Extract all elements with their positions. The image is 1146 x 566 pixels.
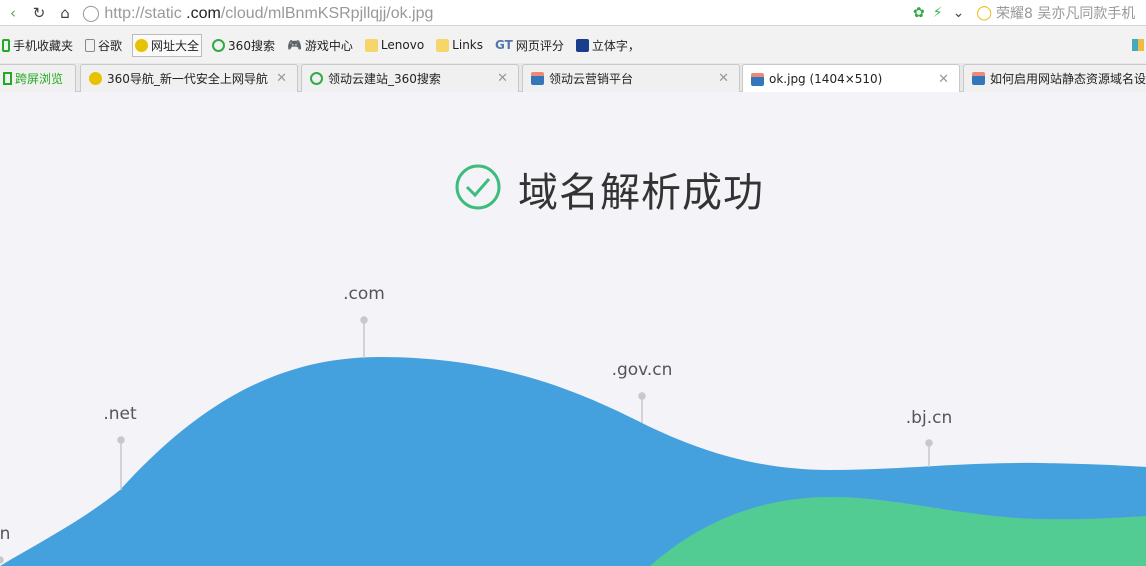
folder-icon xyxy=(364,38,378,52)
tab-label: 跨屏浏览 xyxy=(15,72,64,86)
bookmark-label: 360搜索 xyxy=(228,38,275,53)
tab-ok-jpg[interactable]: ok.jpg (1404×510) ✕ xyxy=(742,64,960,93)
bookmark-games[interactable]: 🎮 游戏中心 xyxy=(285,35,355,56)
tab-static-domain[interactable]: 如何启用网站静态资源域名设 xyxy=(963,64,1146,92)
gamepad-icon: 🎮 xyxy=(286,38,302,52)
close-icon[interactable]: ✕ xyxy=(718,71,729,86)
url-path: /cloud/mlBnmKSRpjllqjj/ok.jpg xyxy=(220,4,434,22)
home-icon[interactable]: ⌂ xyxy=(52,4,78,22)
tab-marketing[interactable]: 领动云营销平台 ✕ xyxy=(522,64,740,92)
bookmark-label: 立体字， xyxy=(591,38,640,53)
tab-label: ok.jpg (1404×510) xyxy=(769,72,883,86)
tab-label: 领动云营销平台 xyxy=(549,72,634,86)
refresh-icon[interactable]: ↻ xyxy=(26,4,52,22)
bookmark-gt[interactable]: GT 网页评分 xyxy=(493,35,566,56)
image-content: 域名解析成功 .com .net .gov.cn .bj.cn n xyxy=(0,92,1146,566)
bookmark-label: 谷歌 xyxy=(98,38,123,53)
address-bar: ‹ ↻ ⌂ ◯ http://static .com/cloud/mlBnmKS… xyxy=(0,0,1146,26)
bookmark-label: 手机收藏夹 xyxy=(13,38,74,53)
image-icon xyxy=(972,72,985,85)
bookmark-lenovo[interactable]: Lenovo xyxy=(363,36,426,54)
bookmark-links[interactable]: Links xyxy=(434,36,485,54)
bookmarks-bar: 手机收藏夹 谷歌 网址大全 360搜索 🎮 游戏中心 Lenovo Links G… xyxy=(0,27,1146,63)
gt-icon: GT xyxy=(495,38,513,52)
search-input[interactable]: 荣耀8 吴亦凡同款手机 xyxy=(996,3,1146,23)
tab-label: 如何启用网站静态资源域名设 xyxy=(990,72,1146,86)
url-input[interactable]: ◯ http://static .com/cloud/mlBnmKSRpjllq… xyxy=(82,3,433,23)
tab-cross-screen[interactable]: 跨屏浏览 xyxy=(0,64,76,92)
dropdown-icon[interactable]: ⌄ xyxy=(953,5,965,21)
phone-icon xyxy=(2,38,10,52)
url-domain: .com xyxy=(181,4,221,22)
bookmark-label: 游戏中心 xyxy=(304,38,353,53)
search-360-icon xyxy=(310,72,323,85)
apps-icon[interactable] xyxy=(1132,39,1144,51)
close-icon[interactable]: ✕ xyxy=(276,71,287,86)
bookmark-label: 网址大全 xyxy=(151,38,200,53)
label-com: .com xyxy=(343,284,385,304)
bookmark-mobile[interactable]: 手机收藏夹 xyxy=(0,35,75,56)
image-icon xyxy=(751,72,764,86)
bookmark-hao[interactable]: 网址大全 xyxy=(132,33,203,57)
label-gov-cn: .gov.cn xyxy=(611,360,673,380)
page-icon xyxy=(85,38,96,52)
check-circle-icon xyxy=(455,164,501,210)
bookmark-label: 网页评分 xyxy=(515,38,564,53)
url-prefix: http://static xyxy=(104,4,182,22)
folder-icon xyxy=(436,38,450,52)
speed-icon[interactable]: ✿ xyxy=(913,5,925,21)
close-icon[interactable]: ✕ xyxy=(497,71,508,86)
lightning-icon[interactable]: ⚡ xyxy=(933,5,943,21)
back-icon[interactable]: ‹ xyxy=(0,4,26,22)
bookmark-label: Lenovo xyxy=(380,38,425,52)
label-bj-cn: .bj.cn xyxy=(905,408,953,428)
plus-icon xyxy=(89,72,102,85)
bookmark-ps[interactable]: 立体字， xyxy=(574,35,642,56)
bookmark-360[interactable]: 360搜索 xyxy=(210,35,277,56)
bookmark-label: Links xyxy=(452,38,483,52)
tab-label: 领动云建站_360搜索 xyxy=(328,72,441,86)
phone-icon xyxy=(3,72,12,85)
photoshop-icon xyxy=(575,38,589,52)
search-engine-icon[interactable]: ◯ xyxy=(976,5,992,21)
close-icon[interactable]: ✕ xyxy=(938,72,949,87)
search-360-icon xyxy=(212,38,226,52)
label-cut: n xyxy=(0,524,11,544)
label-net: .net xyxy=(103,404,137,424)
image-icon xyxy=(531,72,544,85)
tab-360-search[interactable]: 领动云建站_360搜索 ✕ xyxy=(301,64,519,92)
plus-icon xyxy=(135,38,149,52)
bookmark-google[interactable]: 谷歌 xyxy=(83,35,124,56)
tab-360-nav[interactable]: 360导航_新一代安全上网导航 ✕ xyxy=(80,64,298,92)
tab-label: 360导航_新一代安全上网导航 xyxy=(107,72,268,86)
tab-bar: 跨屏浏览 360导航_新一代安全上网导航 ✕ 领动云建站_360搜索 ✕ 领动云营销… xyxy=(0,63,1146,93)
page-title: 域名解析成功 xyxy=(518,170,764,216)
